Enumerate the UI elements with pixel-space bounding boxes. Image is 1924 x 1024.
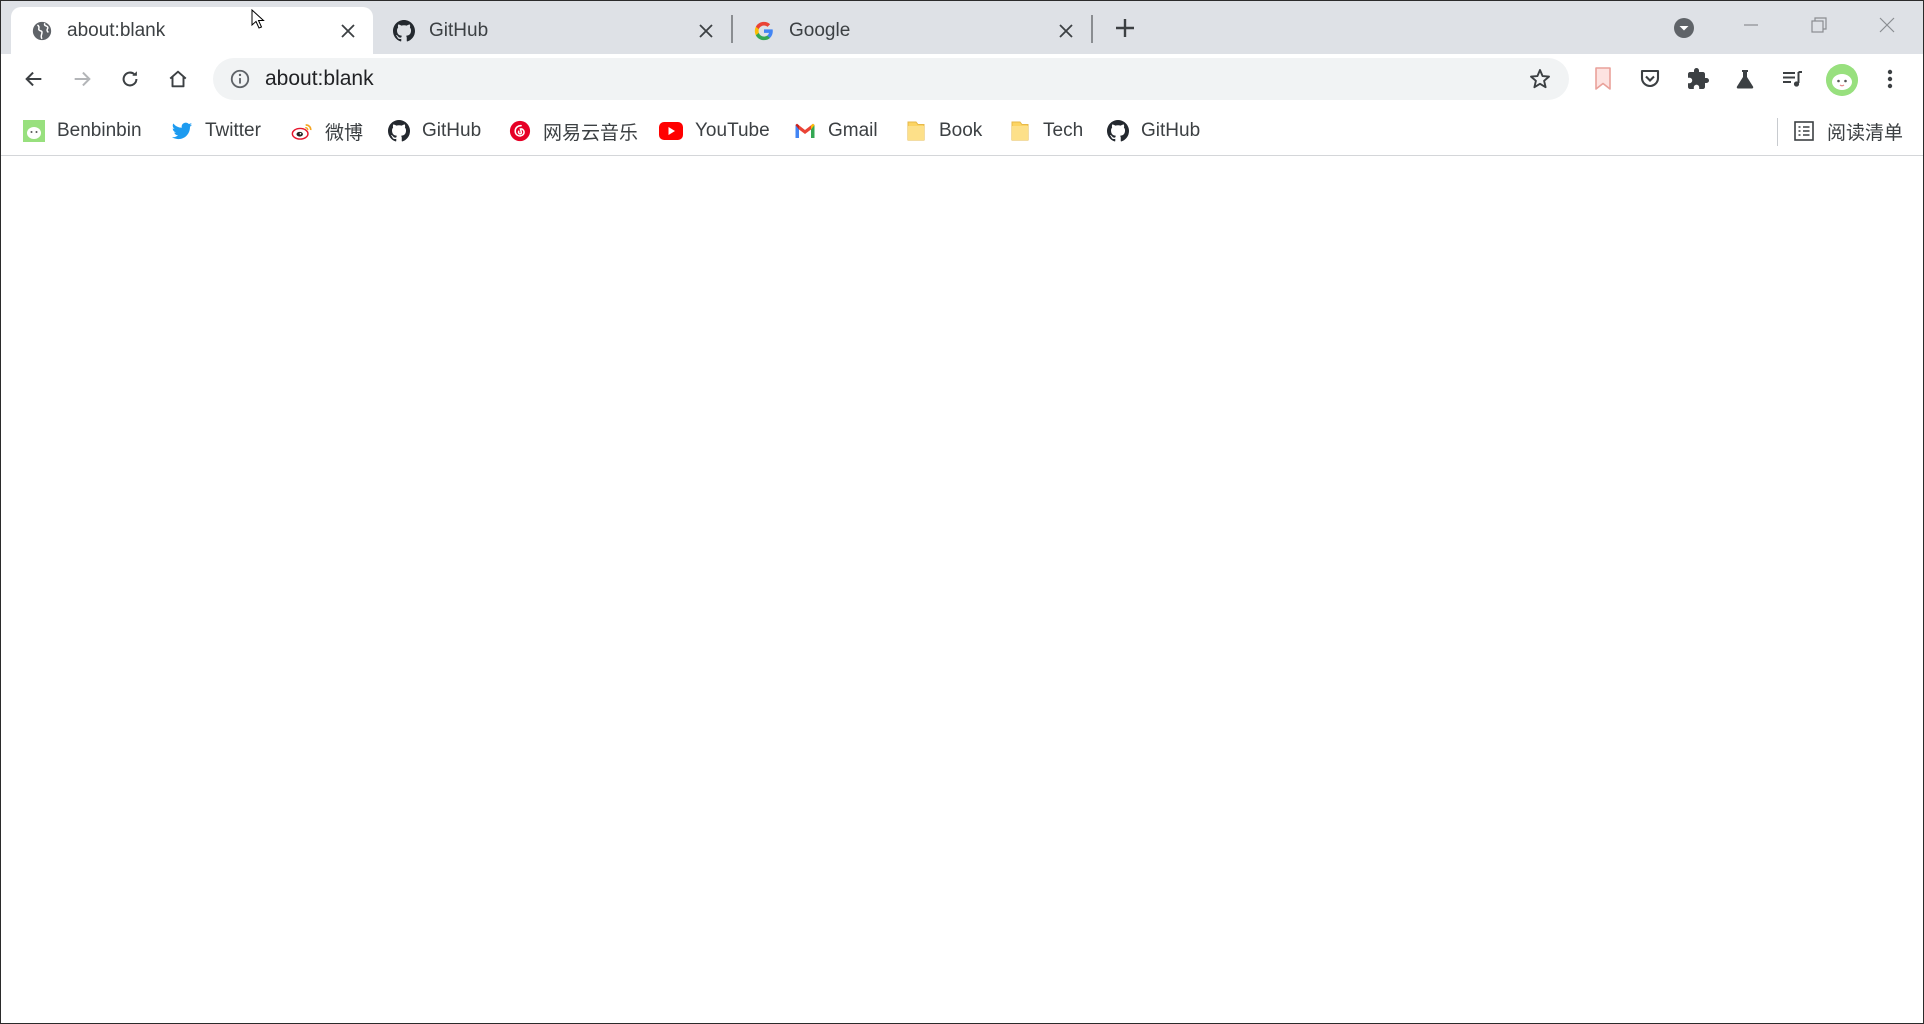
bookmark-folder-tech[interactable]: Tech [1009, 116, 1083, 146]
bookmark-label: GitHub [1141, 120, 1201, 141]
bookmark-label: GitHub [422, 120, 482, 141]
github-icon [1107, 120, 1129, 142]
tab-separator [1091, 15, 1093, 43]
labs-button[interactable] [1728, 62, 1762, 96]
bookmark-github[interactable]: GitHub [388, 116, 481, 146]
bookmark-star-icon[interactable] [1525, 64, 1555, 94]
weibo-icon [291, 120, 313, 142]
home-button[interactable] [161, 62, 195, 96]
chevron-down-icon [1674, 18, 1694, 38]
folder-icon [1009, 120, 1031, 142]
restore-button[interactable] [1795, 9, 1843, 41]
browser-window: about:blank GitHub Google about:blank Be… [0, 0, 1924, 1024]
tab-title: GitHub [429, 19, 489, 41]
tab-title: Google [789, 19, 851, 41]
bookmark-label: YouTube [695, 120, 770, 141]
reading-list-label: 阅读清单 [1827, 122, 1904, 144]
media-controls-button[interactable] [1775, 62, 1809, 96]
reading-list-icon [1793, 120, 1815, 142]
globe-icon [31, 20, 53, 42]
bookmark-label: Benbinbin [57, 120, 142, 141]
close-tab-icon[interactable] [693, 18, 719, 44]
bookmark-label: Tech [1043, 120, 1084, 141]
pocket-icon [1640, 69, 1660, 87]
page-content [1, 156, 1923, 1023]
netease-music-icon [509, 120, 531, 142]
tab-google[interactable]: Google [733, 7, 1091, 54]
bookmarks-bar: Benbinbin Twitter 微博 GitHub 网易云音乐 YouTub… [1, 104, 1923, 156]
mouse-cursor-icon [251, 9, 265, 29]
profile-avatar[interactable] [1826, 64, 1858, 96]
minimize-icon [1744, 24, 1758, 26]
google-icon [753, 20, 775, 42]
gmail-icon [794, 120, 816, 142]
tab-about-blank[interactable]: about:blank [11, 7, 373, 54]
puzzle-icon [1688, 68, 1709, 89]
bookmark-ribbon-icon [1595, 67, 1611, 90]
close-tab-icon[interactable] [1053, 18, 1079, 44]
github-icon [388, 120, 410, 142]
bookmark-netease-music[interactable]: 网易云音乐 [509, 116, 638, 146]
bookmark-benbinbin[interactable]: Benbinbin [23, 116, 142, 146]
tab-github[interactable]: GitHub [373, 7, 731, 54]
bookmark-extension-button[interactable] [1586, 62, 1620, 96]
bookmarks-separator [1777, 118, 1778, 146]
bookmark-label: Book [939, 120, 983, 141]
close-icon [1879, 17, 1895, 33]
avatar-icon [1826, 64, 1858, 96]
bookmark-label: 微博 [325, 122, 364, 144]
tab-search-button[interactable] [1671, 15, 1697, 41]
forward-button[interactable] [65, 62, 99, 96]
menu-button[interactable] [1873, 62, 1907, 96]
address-bar[interactable]: about:blank [213, 58, 1569, 100]
reload-button[interactable] [113, 62, 147, 96]
minimize-button[interactable] [1727, 9, 1775, 41]
url-text[interactable]: about:blank [265, 67, 1525, 91]
restore-icon [1811, 17, 1827, 33]
reload-icon [122, 71, 138, 87]
reading-list-button[interactable]: 阅读清单 [1793, 116, 1903, 146]
tab-strip: about:blank GitHub Google [1, 1, 1923, 54]
new-tab-button[interactable] [1109, 12, 1141, 44]
arrow-right-icon [74, 71, 91, 87]
bookmark-weibo[interactable]: 微博 [291, 116, 363, 146]
bookmark-github-2[interactable]: GitHub [1107, 116, 1200, 146]
more-vert-icon [1887, 69, 1893, 89]
bookmark-label: Twitter [205, 120, 261, 141]
pocket-button[interactable] [1633, 62, 1667, 96]
navigation-toolbar: about:blank [1, 54, 1923, 104]
bookmark-label: 网易云音乐 [543, 122, 639, 144]
tab-title: about:blank [67, 19, 166, 41]
youtube-icon [659, 120, 683, 142]
close-window-button[interactable] [1863, 9, 1911, 41]
flask-icon [1736, 70, 1754, 89]
playlist-music-icon [1783, 71, 1802, 87]
home-icon [169, 70, 187, 88]
github-icon [393, 19, 415, 42]
back-button[interactable] [17, 62, 51, 96]
twitter-icon [171, 120, 193, 142]
extensions-button[interactable] [1681, 62, 1715, 96]
bookmark-folder-book[interactable]: Book [905, 116, 982, 146]
info-icon[interactable] [227, 66, 253, 92]
folder-icon [905, 120, 927, 142]
bookmark-youtube[interactable]: YouTube [659, 116, 770, 146]
close-tab-icon[interactable] [335, 18, 361, 44]
avatar-icon [23, 120, 45, 142]
arrow-left-icon [25, 71, 42, 87]
bookmark-label: Gmail [828, 120, 878, 141]
bookmark-gmail[interactable]: Gmail [794, 116, 878, 146]
bookmark-twitter[interactable]: Twitter [171, 116, 261, 146]
